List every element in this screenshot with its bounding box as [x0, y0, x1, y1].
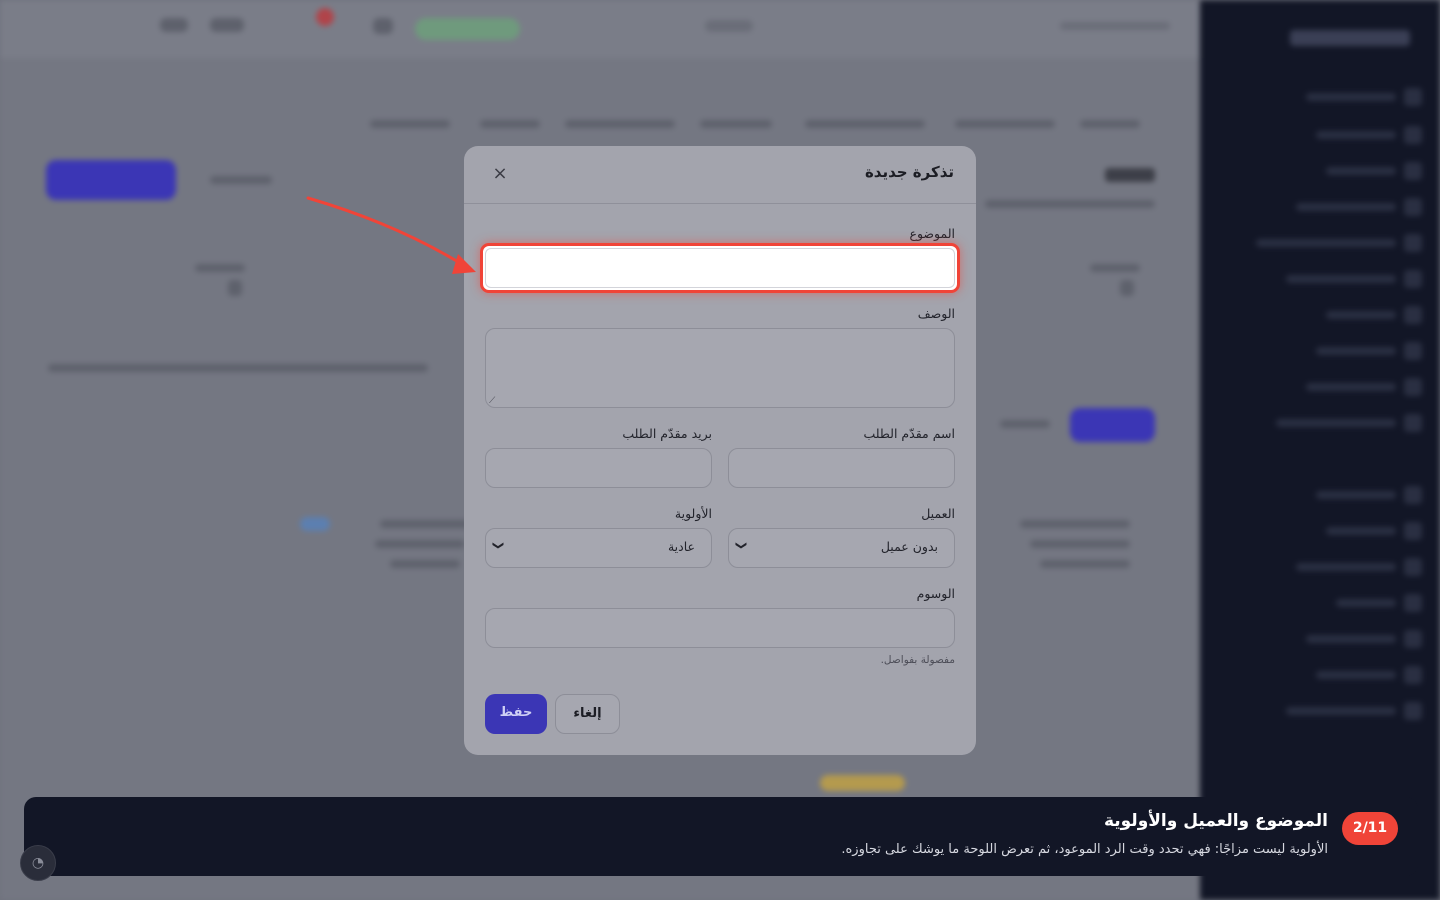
background-sidebar — [1200, 0, 1440, 900]
subject-input[interactable] — [480, 243, 960, 293]
subject-input-inner[interactable] — [485, 248, 955, 288]
modal-header: تذكرة جديدة × — [464, 146, 976, 204]
description-label: الوصف — [917, 306, 955, 321]
save-button[interactable]: حفظ — [485, 694, 547, 734]
help-icon[interactable]: ◔ — [20, 845, 56, 881]
tags-input[interactable] — [485, 608, 955, 648]
pointer-arrow-icon — [306, 196, 476, 274]
subject-label: الموضوع — [909, 226, 956, 241]
resize-handle-icon[interactable]: ⟋ — [489, 396, 495, 406]
close-icon[interactable]: × — [490, 164, 510, 184]
customer-select-value: بدون عميل — [880, 539, 938, 554]
description-textarea[interactable]: ⟋ — [485, 328, 955, 408]
tour-title: الموضوع والعميل والأولوية — [1103, 811, 1328, 831]
priority-select[interactable]: عادية ❯ — [485, 528, 712, 568]
tags-label: الوسوم — [916, 586, 955, 601]
background-primary-button — [46, 160, 176, 200]
background-topbar — [0, 0, 1200, 58]
customer-label: العميل — [921, 506, 955, 521]
tags-hint: مفصولة بفواصل. — [880, 654, 955, 666]
requester-name-input[interactable] — [728, 448, 955, 488]
chevron-down-icon: ❯ — [735, 540, 749, 551]
tour-step-badge: 2/11 — [1342, 812, 1398, 845]
modal-title: تذكرة جديدة — [864, 163, 954, 181]
chevron-down-icon: ❯ — [492, 540, 506, 551]
tour-banner: 2/11 الموضوع والعميل والأولوية الأولوية … — [24, 797, 1418, 876]
priority-select-value: عادية — [667, 539, 695, 554]
requester-email-input[interactable] — [485, 448, 712, 488]
new-ticket-modal: تذكرة جديدة × الموضوع الوصف ⟋ اسم مقدّم … — [464, 146, 976, 755]
requester-email-label: بريد مقدّم الطلب — [622, 426, 712, 441]
cancel-button[interactable]: إلغاء — [555, 694, 620, 734]
customer-select[interactable]: بدون عميل ❯ — [728, 528, 955, 568]
requester-name-label: اسم مقدّم الطلب — [863, 426, 955, 441]
priority-label: الأولوية — [674, 506, 712, 521]
tour-text: الأولوية ليست مزاجًا: فهي تحدد وقت الرد … — [841, 842, 1328, 857]
